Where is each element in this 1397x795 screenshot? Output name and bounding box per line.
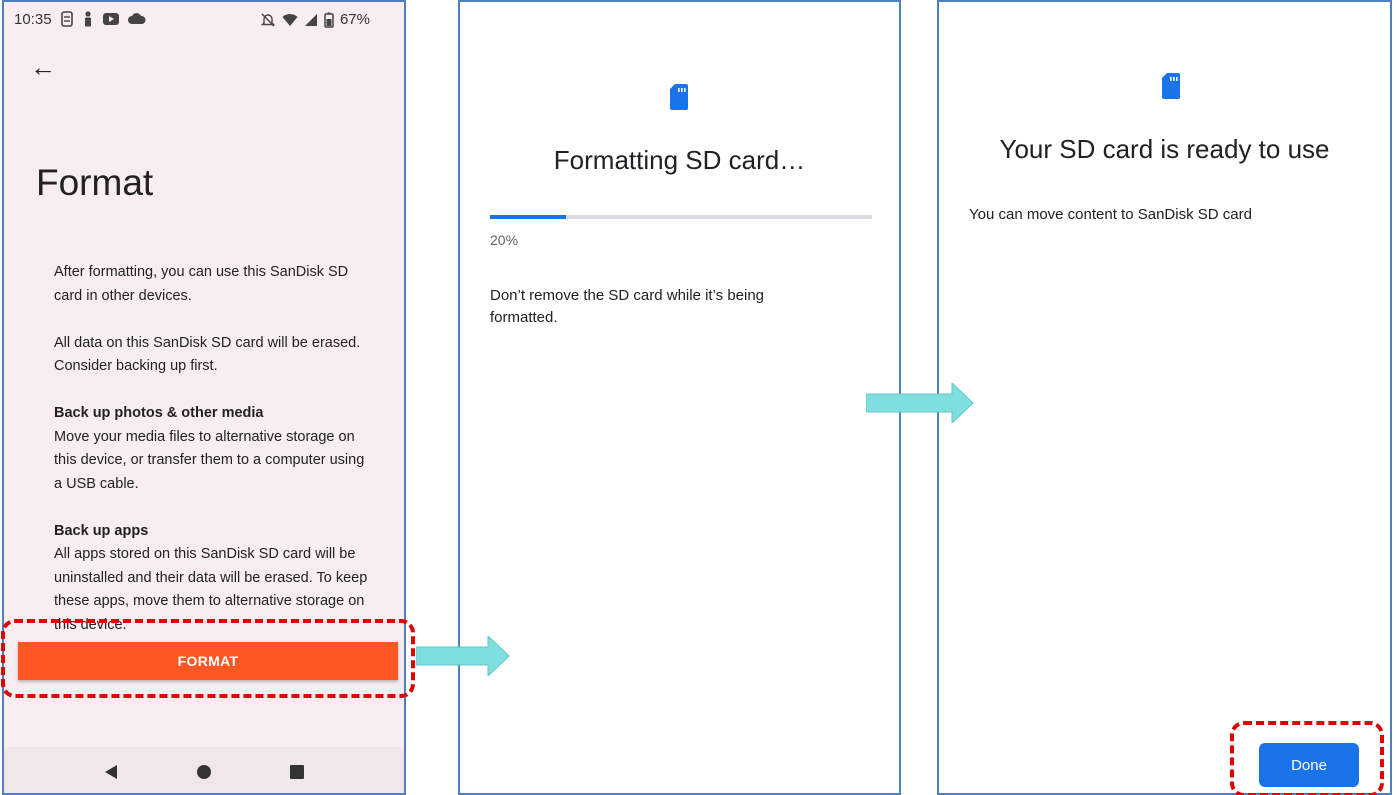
sd-card-icon [670, 84, 688, 110]
done-button-highlight [1230, 721, 1384, 795]
nav-recents-icon[interactable] [289, 764, 305, 780]
progress-fill [490, 215, 567, 219]
youtube-icon [102, 13, 119, 25]
wifi-icon [282, 13, 298, 26]
sim-icon [60, 11, 73, 27]
section-heading: Back up apps [54, 522, 149, 539]
flow-arrow-icon [416, 636, 510, 676]
ready-title: Your SD card is ready to use [999, 134, 1330, 164]
sd-card-icon [1162, 73, 1180, 99]
signal-icon [304, 13, 317, 26]
format-description: After formatting, you can use this SanDi… [54, 261, 374, 661]
formatting-title: Formatting SD card… [553, 145, 806, 175]
ready-screen: Your SD card is ready to use You can mov… [937, 0, 1392, 795]
nav-back-icon[interactable] [103, 764, 119, 780]
formatting-warning: Don’t remove the SD card while it’s bein… [490, 287, 765, 326]
format-progress-bar [490, 215, 872, 219]
person-icon [84, 11, 91, 27]
formatting-screen: Formatting SD card… 20% Don’t remove the… [458, 0, 901, 795]
mute-icon [260, 13, 276, 26]
page-title: Format [36, 162, 154, 203]
paragraph: Move your media files to alternative sto… [54, 428, 365, 492]
back-arrow-icon[interactable]: ← [30, 52, 56, 82]
battery-percent: 67% [339, 11, 370, 28]
paragraph: After formatting, you can use this SanDi… [54, 264, 349, 304]
navigation-bar [4, 747, 404, 793]
status-bar: 10:35 67% [4, 2, 404, 36]
progress-label: 20% [490, 232, 519, 248]
section-heading: Back up photos & other media [54, 405, 264, 421]
flow-arrow-icon [866, 383, 974, 423]
paragraph: All data on this SanDisk SD card will be… [54, 334, 361, 375]
nav-home-icon[interactable] [196, 764, 212, 780]
format-button-highlight [1, 619, 415, 698]
ready-message: You can move content to SanDisk SD card [969, 206, 1252, 223]
status-time: 10:35 [14, 10, 52, 28]
battery-icon [324, 12, 334, 28]
cloud-icon [127, 13, 146, 24]
